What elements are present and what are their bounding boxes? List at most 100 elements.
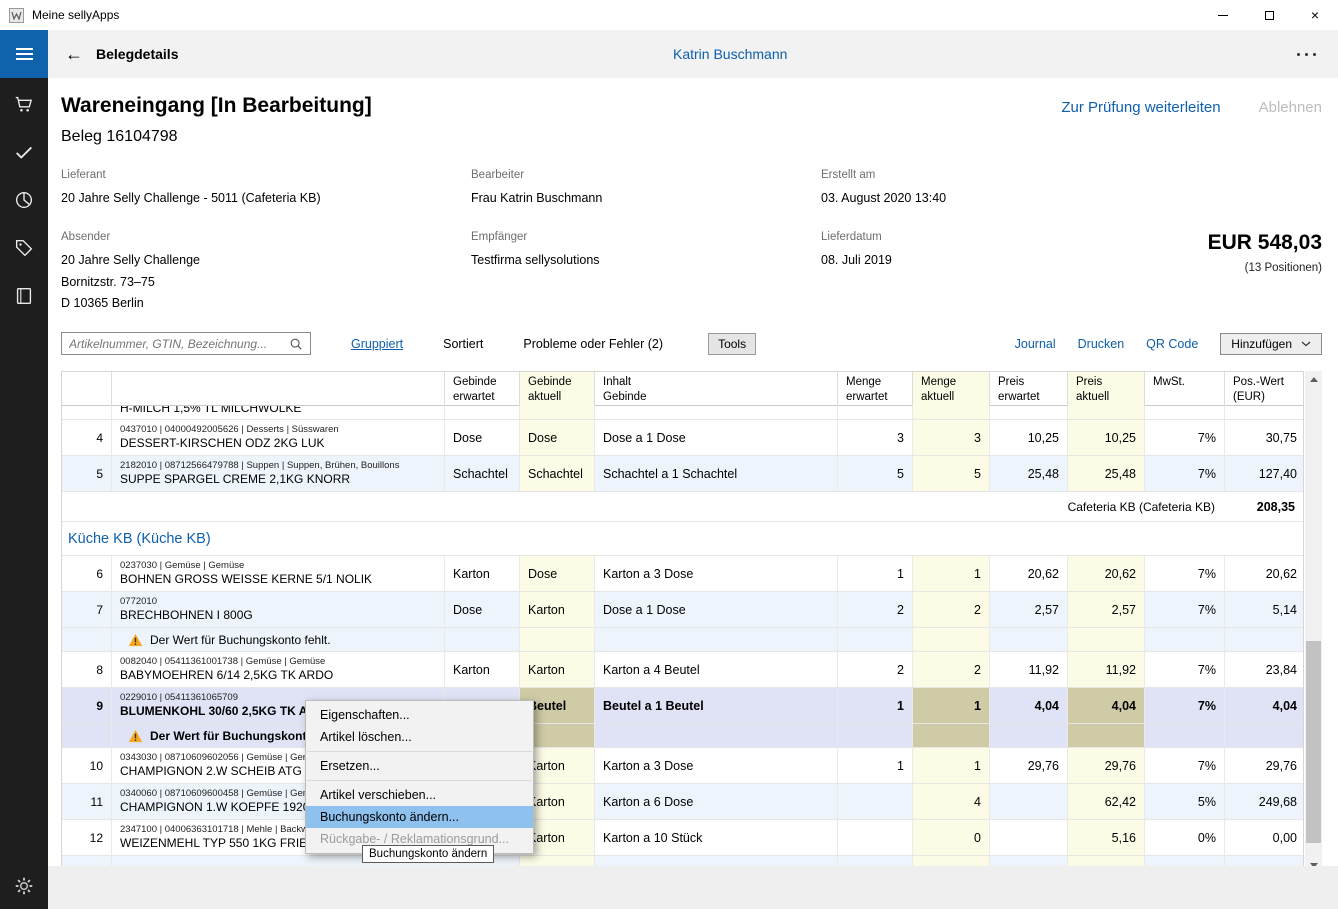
menu-item[interactable]: Ersetzen... xyxy=(306,755,533,777)
cell-preis_akt: 62,42 xyxy=(1068,784,1145,819)
field-lieferdatum: Lieferdatum 08. Juli 2019 xyxy=(821,231,1208,314)
cell-mwst: 7% xyxy=(1145,456,1225,491)
field-absender: Absender 20 Jahre Selly Challenge Bornit… xyxy=(61,231,471,314)
table-row[interactable]: 60237030 | Gemüse | GemüseBOHNEN GROSS W… xyxy=(62,556,1303,592)
hamburger-menu-icon[interactable] xyxy=(0,30,48,78)
cell-wert xyxy=(1225,724,1303,747)
table-row[interactable]: 52182010 | 08712566479788 | Suppen | Sup… xyxy=(62,456,1303,492)
sidebar-item-tasks[interactable] xyxy=(13,141,35,163)
cell-wert: 127,40 xyxy=(1225,456,1303,491)
menu-item[interactable]: Artikel löschen... xyxy=(306,726,533,748)
cell-preis_akt: 5,16 xyxy=(1068,820,1145,855)
table-row[interactable]: 70772010BRECHBOHNEN I 800GDoseKartonDose… xyxy=(62,592,1303,628)
qr-code-link[interactable]: QR Code xyxy=(1146,337,1198,351)
filter-probleme[interactable]: Probleme oder Fehler (2) xyxy=(523,337,663,351)
cell-geb_erw: Karton xyxy=(445,556,520,591)
table-row[interactable]: 90229010 | 05411361065709BLUMENKOHL 30/6… xyxy=(62,688,1303,724)
cell-num: 4 xyxy=(62,420,112,455)
close-icon[interactable]: × xyxy=(1292,0,1338,30)
table-row[interactable]: 100343030 | 08710609602056 | Gemüse | Ge… xyxy=(62,748,1303,784)
hinzufuegen-button[interactable]: Hinzufügen xyxy=(1220,333,1322,355)
cell-wert: 20,62 xyxy=(1225,556,1303,591)
article-name: BLUMENKOHL 30/60 2,5KG TK ARDO xyxy=(120,705,334,718)
gear-icon xyxy=(13,875,35,897)
cell-menge_erw: 1 xyxy=(838,556,913,591)
cell-geb_akt xyxy=(520,628,595,651)
filter-gruppiert[interactable]: Gruppiert xyxy=(351,337,403,351)
group-header-row[interactable]: Küche KB (Küche KB) xyxy=(62,522,1303,556)
page-title: Belegdetails xyxy=(96,46,178,62)
article-meta: 2347100 | 04006363101718 | Mehle | Backw… xyxy=(120,825,327,835)
cell-article: 0082040 | 05411361001738 | Gemüse | Gemü… xyxy=(112,652,445,687)
cell-wert: 29,76 xyxy=(1225,748,1303,783)
article-meta: 0340060 | 08710609600458 | Gemüse | Gemü… xyxy=(120,789,326,799)
cell-menge_erw xyxy=(838,406,913,419)
cell-preis_akt: 4,04 xyxy=(1068,688,1145,723)
table-row[interactable]: 80082040 | 05411361001738 | Gemüse | Gem… xyxy=(62,652,1303,688)
menu-item[interactable]: Buchungskonto ändern... xyxy=(306,806,533,828)
sidebar-item-journal[interactable] xyxy=(13,285,35,307)
search-input[interactable] xyxy=(69,337,289,351)
table-row[interactable]: 110340060 | 08710609600458 | Gemüse | Ge… xyxy=(62,784,1303,820)
warning-icon xyxy=(128,729,143,743)
cell-geb_erw: Dose xyxy=(445,592,520,627)
cell-preis_akt xyxy=(1068,406,1145,419)
cell-wert xyxy=(1225,406,1303,419)
sidebar-item-labels[interactable] xyxy=(13,237,35,259)
maximize-icon[interactable] xyxy=(1246,0,1292,30)
journal-link[interactable]: Journal xyxy=(1015,337,1056,351)
position-count: (13 Positionen) xyxy=(1208,262,1322,274)
sidebar xyxy=(0,78,48,909)
cell-menge_erw xyxy=(838,784,913,819)
cell-preis_erw xyxy=(990,406,1068,419)
cell-inhalt: Karton a 3 Dose xyxy=(595,748,838,783)
sidebar-item-reports[interactable] xyxy=(13,189,35,211)
cell-menge_akt: 1 xyxy=(913,688,990,723)
user-name[interactable]: Katrin Buschmann xyxy=(673,46,787,62)
field-erstellt-am: Erstellt am 03. August 2020 13:40 xyxy=(821,169,1208,209)
vertical-scrollbar[interactable] xyxy=(1305,371,1322,873)
table-row[interactable]: 122347100 | 04006363101718 | Mehle | Bac… xyxy=(62,820,1303,856)
cell-num: 10 xyxy=(62,748,112,783)
cell-article: 0237030 | Gemüse | GemüseBOHNEN GROSS WE… xyxy=(112,556,445,591)
sidebar-item-settings[interactable] xyxy=(13,875,35,897)
cell-menge_erw: 2 xyxy=(838,652,913,687)
scrollbar-track[interactable] xyxy=(1305,387,1322,857)
reject-button[interactable]: Ablehnen xyxy=(1259,99,1322,116)
drucken-link[interactable]: Drucken xyxy=(1078,337,1125,351)
scrollbar-thumb[interactable] xyxy=(1306,641,1321,843)
sidebar-item-cart[interactable] xyxy=(13,93,35,115)
cell-inhalt xyxy=(595,406,838,419)
more-options-icon[interactable] xyxy=(1293,30,1320,78)
menu-item[interactable]: Artikel verschieben... xyxy=(306,784,533,806)
minimize-icon[interactable] xyxy=(1200,0,1246,30)
cell-inhalt: Karton a 4 Beutel xyxy=(595,652,838,687)
cell-geb_erw: Karton xyxy=(445,652,520,687)
column-header xyxy=(62,372,112,408)
table-row[interactable]: 40437010 | 04000492005626 | Desserts | S… xyxy=(62,420,1303,456)
warning-row[interactable]: Der Wert für Buchungskonto fehlt. xyxy=(62,628,1303,652)
cell-preis_akt xyxy=(1068,628,1145,651)
cell-geb_akt xyxy=(520,406,595,419)
filter-sortiert[interactable]: Sortiert xyxy=(443,337,483,351)
cell-num: 6 xyxy=(62,556,112,591)
warning-row[interactable]: Der Wert für Buchungskonto fehlt. xyxy=(62,724,1303,748)
scroll-up-icon[interactable] xyxy=(1305,371,1322,387)
column-header: Pos.-Wert (EUR) xyxy=(1225,372,1305,408)
grid-header: Gebinde erwartetGebinde aktuellInhalt Ge… xyxy=(62,372,1303,406)
cell-geb_akt: Dose xyxy=(520,420,595,455)
partial-row[interactable]: H-MILCH 1,5% TL MILCHWOLKE xyxy=(62,406,1303,420)
cart-icon xyxy=(13,93,35,115)
forward-for-review-button[interactable]: Zur Prüfung weiterleiten xyxy=(1061,99,1220,116)
cell-geb_erw: Schachtel xyxy=(445,456,520,491)
back-button[interactable]: ← xyxy=(59,44,89,65)
field-bearbeiter: Bearbeiter Frau Katrin Buschmann xyxy=(471,169,821,209)
search-icon[interactable] xyxy=(289,337,303,351)
cell-mwst: 7% xyxy=(1145,652,1225,687)
tools-button[interactable]: Tools xyxy=(708,333,756,355)
table-toolbar: Gruppiert Sortiert Probleme oder Fehler … xyxy=(61,332,1322,355)
cell-preis_erw xyxy=(990,820,1068,855)
menu-item[interactable]: Eigenschaften... xyxy=(306,704,533,726)
cell-geb_erw xyxy=(445,628,520,651)
cell-menge_akt: 3 xyxy=(913,420,990,455)
